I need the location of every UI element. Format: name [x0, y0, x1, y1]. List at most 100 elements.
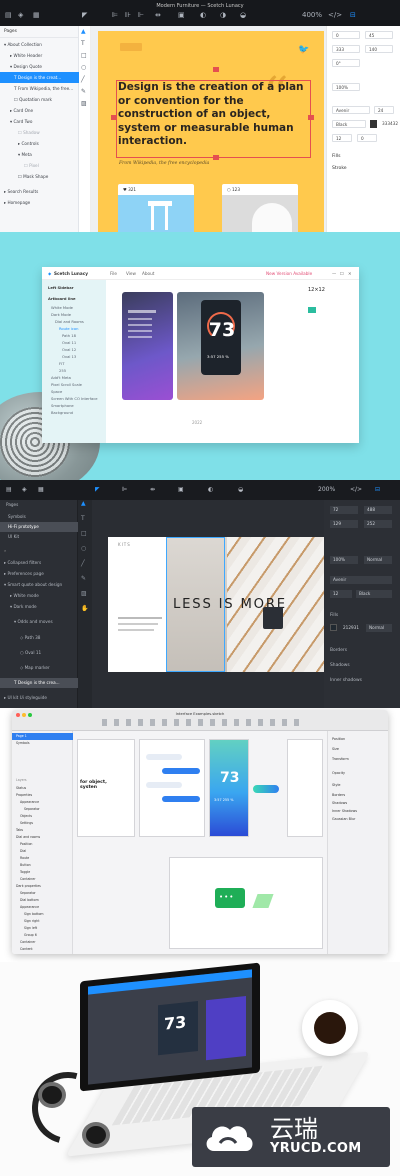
position-row[interactable]: Position: [332, 737, 345, 741]
page-item[interactable]: UI Kit: [0, 532, 78, 542]
borders-section[interactable]: Borders: [330, 648, 347, 653]
artboard-dial[interactable]: 73 3:57 255 %: [209, 739, 249, 837]
layer-row[interactable]: ▾ Design Quote: [0, 61, 79, 72]
union-icon[interactable]: ◐: [200, 11, 206, 19]
zoom-readout[interactable]: 2022: [192, 420, 202, 425]
components-icon[interactable]: ◈: [22, 486, 27, 493]
text-tool-icon[interactable]: T: [81, 515, 85, 522]
artboard-text[interactable]: for object, systen: [77, 739, 135, 837]
layer-item[interactable]: 255: [59, 369, 66, 373]
layer-row[interactable]: ▸ White mode: [0, 591, 78, 601]
assets-icon[interactable]: ▦: [38, 486, 44, 493]
page-item[interactable]: Symbols: [12, 740, 73, 747]
code-icon[interactable]: </>: [350, 486, 362, 493]
opacity-field[interactable]: 100%: [332, 83, 360, 91]
layer-row[interactable]: T From Wikipedia, the free...: [0, 83, 79, 94]
distribute-icon[interactable]: ⇹: [150, 486, 155, 493]
height-field[interactable]: 140: [365, 45, 393, 53]
layer-row[interactable]: Group 6: [12, 932, 73, 939]
size-row[interactable]: Size: [332, 747, 339, 751]
pen-tool-icon[interactable]: ✎: [81, 88, 86, 95]
menu-file[interactable]: File: [110, 267, 117, 280]
group-icon[interactable]: ▣: [178, 486, 184, 493]
layers-icon[interactable]: ▤: [5, 11, 12, 19]
toggle-pill[interactable]: [253, 785, 279, 793]
layer-row[interactable]: Objects: [12, 813, 73, 820]
borders-row[interactable]: Borders: [332, 793, 345, 797]
canvas[interactable]: KITS LESS IS MORE: [92, 500, 324, 708]
fill-color-hex[interactable]: 212931: [340, 624, 364, 632]
fills-section[interactable]: Fills: [332, 154, 341, 159]
zoom-level[interactable]: 400%: [302, 11, 322, 19]
layer-row[interactable]: Separator: [12, 890, 73, 897]
layer-row[interactable]: ○ Oval 11: [0, 648, 78, 658]
fill-color-swatch[interactable]: [330, 624, 337, 631]
fills-section[interactable]: Fills: [330, 613, 338, 618]
layer-row[interactable]: ▸ Collapsed filters: [0, 558, 78, 568]
shadows-row[interactable]: Shadows: [332, 801, 347, 805]
width-field[interactable]: 488: [364, 506, 392, 514]
layer-row[interactable]: ☐ Pixel: [0, 160, 79, 171]
close-icon[interactable]: ✕: [348, 267, 352, 280]
minimize-icon[interactable]: —: [332, 267, 336, 280]
layer-item[interactable]: Pixel Scroll Scale: [51, 383, 82, 387]
layer-row[interactable]: Container: [12, 876, 73, 883]
font-weight-select[interactable]: Black: [332, 120, 366, 128]
artboard-inspector[interactable]: [287, 739, 323, 837]
layer-item[interactable]: FIT: [59, 362, 64, 366]
line-tool-icon[interactable]: ╱: [81, 560, 85, 567]
layer-row[interactable]: Settings: [12, 820, 73, 827]
layer-row[interactable]: ▸ UI kit Ui styleguide: [0, 693, 78, 703]
layer-item[interactable]: Smartphone: [51, 404, 74, 408]
align-icon[interactable]: ⊫: [122, 486, 127, 493]
toolbar-icons[interactable]: [102, 719, 302, 726]
components-icon[interactable]: ◈: [18, 11, 23, 19]
canvas[interactable]: 🐦 “ Design is the creation of a plan or …: [91, 26, 326, 232]
layer-row[interactable]: Sign bottom: [12, 911, 73, 918]
align-right-icon[interactable]: ⊩: [138, 11, 144, 19]
layer-row[interactable]: ▾ Dark mode: [0, 602, 78, 612]
opacity-row[interactable]: Opacity: [332, 771, 345, 775]
pages-header[interactable]: Pages: [0, 500, 78, 510]
page-item-selected[interactable]: Hi-Fi prototype: [0, 522, 78, 532]
layer-row[interactable]: Sign left: [12, 925, 73, 932]
letter-spacing-field[interactable]: 0: [357, 134, 377, 142]
resize-handle[interactable]: [308, 115, 314, 120]
inspector-icon[interactable]: ⊟: [375, 486, 380, 493]
move-tool-icon[interactable]: ◤: [95, 486, 100, 493]
layer-row[interactable]: Content: [12, 946, 73, 953]
x-field[interactable]: 0: [332, 31, 360, 39]
select-tool-icon[interactable]: ▲: [81, 28, 86, 35]
font-family-select[interactable]: Avenir: [332, 106, 370, 114]
zoom-level[interactable]: 200%: [318, 486, 335, 493]
artboard-group[interactable]: Artboard line: [48, 297, 76, 301]
artboard-dial[interactable]: 73 3:57 255 %: [177, 292, 264, 400]
font-weight-select[interactable]: Black: [356, 590, 392, 598]
transform-row[interactable]: Transform: [332, 757, 349, 761]
layer-row[interactable]: ▾ Meta: [0, 149, 79, 160]
quote-source[interactable]: From Wikipedia, the free encyclopedia: [119, 161, 209, 166]
layer-row[interactable]: Route: [12, 855, 73, 862]
layer-row[interactable]: ▸ White Header: [0, 50, 79, 61]
align-center-icon[interactable]: ⊪: [125, 11, 131, 19]
layer-row[interactable]: ▸ Search Results: [0, 186, 79, 197]
layer-item[interactable]: Dark Mode: [51, 313, 71, 317]
code-icon[interactable]: </>: [328, 11, 342, 19]
x-field[interactable]: 72: [330, 506, 358, 514]
text-color-hex[interactable]: 333432: [379, 120, 399, 128]
image-tool-icon[interactable]: ▨: [81, 100, 87, 107]
canvas[interactable]: for object, systen 73 3:57 255 % •••: [73, 731, 327, 954]
mask-icon[interactable]: ◒: [238, 486, 243, 493]
card-one[interactable]: ♥ 321: [118, 184, 194, 232]
search-field[interactable]: ⌕: [0, 546, 78, 556]
layer-row[interactable]: Position: [12, 841, 73, 848]
layer-row[interactable]: Appearance: [12, 799, 73, 806]
layer-row[interactable]: Tabs: [12, 827, 73, 834]
line-tool-icon[interactable]: ╱: [81, 76, 85, 83]
artboard-chat[interactable]: [139, 739, 205, 837]
layer-item[interactable]: Screen With CO Interface: [51, 397, 98, 401]
mask-icon[interactable]: ◒: [240, 11, 246, 19]
inner-shadows-row[interactable]: Inner Shadows: [332, 809, 357, 813]
maximize-icon[interactable]: ☐: [340, 267, 344, 280]
layer-row[interactable]: ◇ Map marker: [0, 663, 78, 673]
